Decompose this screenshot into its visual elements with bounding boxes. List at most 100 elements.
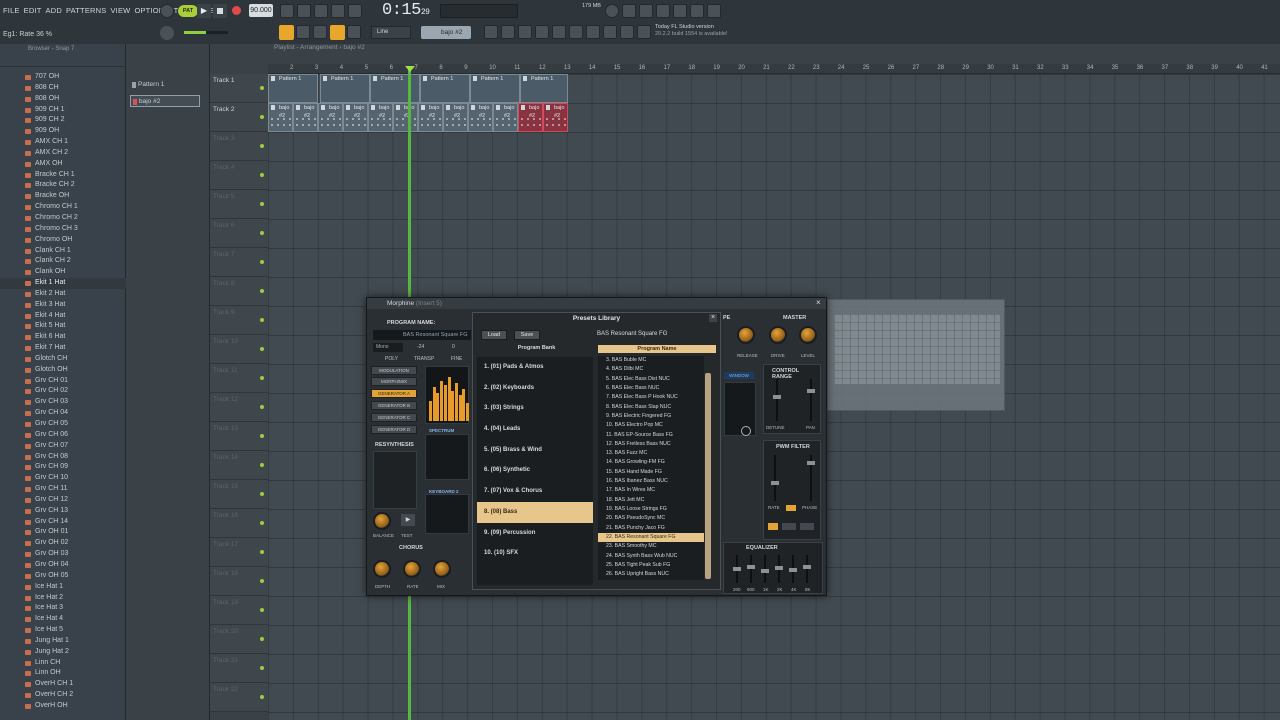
- pattern-clip[interactable]: Pattern 1: [520, 74, 568, 103]
- bajo-clip[interactable]: bajo #2: [493, 103, 518, 132]
- detune-slider[interactable]: [773, 395, 781, 399]
- browser-item[interactable]: Grv CH 10: [0, 473, 126, 484]
- program-bank-item[interactable]: 4. (04) Leads: [477, 419, 593, 440]
- pwm-mode-c[interactable]: [800, 523, 814, 530]
- program-bank-item[interactable]: 2. (02) Keyboards: [477, 378, 593, 399]
- browser-item[interactable]: AMX OH: [0, 159, 126, 170]
- browser-item[interactable]: Grv CH 02: [0, 386, 126, 397]
- track-led-icon[interactable]: [260, 289, 264, 293]
- browser-item[interactable]: AMX CH 2: [0, 148, 126, 159]
- menu-add[interactable]: ADD: [46, 6, 62, 15]
- bajo-clip[interactable]: bajo #2: [443, 103, 468, 132]
- generator-a-button[interactable]: GENERATOR A: [371, 389, 417, 398]
- pattern-select[interactable]: bajo #2: [421, 26, 471, 39]
- browser-item[interactable]: Grv CH 13: [0, 506, 126, 517]
- detune-slider-track[interactable]: [776, 379, 778, 421]
- bajo-clip-selected[interactable]: bajo #2: [518, 103, 543, 132]
- program-item[interactable]: 9. BAS Electric Fingered FG: [598, 412, 704, 421]
- menu-view[interactable]: VIEW: [110, 6, 130, 15]
- browser-item[interactable]: 909 CH 2: [0, 115, 126, 126]
- track-led-icon[interactable]: [260, 115, 264, 119]
- window-tab[interactable]: WINDOW: [724, 372, 754, 379]
- browser-item[interactable]: Grv OH 02: [0, 538, 126, 549]
- mixer-icon[interactable]: [639, 4, 653, 18]
- program-bank-item[interactable]: 10. (10) SFX: [477, 543, 593, 564]
- browser-item[interactable]: Ekit 1 Hat: [0, 278, 126, 289]
- blend-notes-icon[interactable]: [331, 4, 345, 18]
- timeline-ruler[interactable]: 2 3 4 5 6 7 8 9 10 11 12 13 14 15 16 17 18 19 20 21 22 23 24 25…: [268, 64, 1280, 74]
- bajo-clip[interactable]: bajo #2: [418, 103, 443, 132]
- program-item[interactable]: 17. BAS In Wires MC: [598, 486, 704, 495]
- browser-item[interactable]: Ice Hat 1: [0, 582, 126, 593]
- eq-band-1-handle[interactable]: [733, 567, 741, 571]
- browser-item[interactable]: Chromo CH 3: [0, 224, 126, 235]
- bajo-clip[interactable]: bajo #2: [293, 103, 318, 132]
- pattern-item-bajo[interactable]: bajo #2: [130, 95, 200, 107]
- tempo-display[interactable]: 90.000: [249, 4, 273, 17]
- browser-item[interactable]: 909 OH: [0, 126, 126, 137]
- pwm-rate-slider[interactable]: [771, 481, 779, 485]
- pwm-phase-slider[interactable]: [807, 461, 815, 465]
- browser-item[interactable]: Chromo CH 1: [0, 202, 126, 213]
- chorus-mix-knob[interactable]: [433, 560, 451, 578]
- nudge-icon[interactable]: [501, 25, 515, 39]
- browser-item[interactable]: Grv CH 11: [0, 484, 126, 495]
- bajo-clip[interactable]: bajo #2: [318, 103, 343, 132]
- record-button[interactable]: [230, 4, 243, 17]
- program-bank-item[interactable]: 1. (01) Pads & Atmos: [477, 357, 593, 378]
- browser-item[interactable]: Grv CH 07: [0, 441, 126, 452]
- save-button[interactable]: Save: [514, 330, 540, 340]
- browser-item[interactable]: Jung Hat 2: [0, 647, 126, 658]
- browser-item[interactable]: Grv CH 03: [0, 397, 126, 408]
- balance-knob[interactable]: [373, 512, 391, 530]
- track-led-icon[interactable]: [260, 202, 264, 206]
- resynthesis-panel[interactable]: [373, 451, 417, 509]
- release-knob[interactable]: [737, 326, 755, 344]
- track-led-icon[interactable]: [260, 318, 264, 322]
- generator-d-button[interactable]: GENERATOR D: [371, 425, 417, 434]
- window-display[interactable]: [724, 382, 756, 436]
- browser-item[interactable]: Ekit 5 Hat: [0, 321, 126, 332]
- loop-record-icon[interactable]: [348, 4, 362, 18]
- browser-item[interactable]: 808 CH: [0, 83, 126, 94]
- stop-button[interactable]: [213, 4, 227, 18]
- track-header[interactable]: Track 4: [210, 161, 268, 190]
- pwm-rate-track[interactable]: [774, 455, 776, 501]
- browser-item[interactable]: Bracke CH 2: [0, 180, 126, 191]
- browser-item[interactable]: Linn OH: [0, 668, 126, 679]
- plugin-icon[interactable]: [603, 25, 617, 39]
- browser-item[interactable]: Grv CH 04: [0, 408, 126, 419]
- track-header[interactable]: Track 7: [210, 248, 268, 277]
- program-item[interactable]: 6. BAS Elec Bass NUC: [598, 384, 704, 393]
- browser-item[interactable]: Ice Hat 4: [0, 614, 126, 625]
- clock-icon[interactable]: [741, 426, 751, 436]
- pattern-clip[interactable]: Pattern 1: [420, 74, 470, 103]
- program-bank-item[interactable]: 8. (08) Bass: [477, 501, 593, 523]
- track-led-icon[interactable]: [260, 173, 264, 177]
- master-pitch-slider[interactable]: [184, 31, 228, 34]
- browser-item[interactable]: Clank OH: [0, 267, 126, 278]
- presets-library-dialog[interactable]: Presets Library × Load Save BAS Resonant…: [472, 312, 721, 590]
- track-led-icon[interactable]: [260, 492, 264, 496]
- program-item[interactable]: 26. BAS Upright Bass NUC: [598, 570, 704, 579]
- pattern-item-1[interactable]: Pattern 1: [130, 79, 200, 91]
- program-item[interactable]: 5. BAS Elec Bass Dist NUC: [598, 375, 704, 384]
- program-bank-item[interactable]: 3. (03) Strings: [477, 398, 593, 419]
- track-led-icon[interactable]: [260, 550, 264, 554]
- browser-item[interactable]: Grv OH 01: [0, 527, 126, 538]
- snap-select[interactable]: Line: [371, 26, 411, 39]
- channel-rack-icon[interactable]: [656, 4, 670, 18]
- track-led-icon[interactable]: [260, 260, 264, 264]
- program-item[interactable]: 16. BAS Ibanez Bass NUC: [598, 477, 704, 486]
- program-item[interactable]: 15. BAS Hand Made FG: [598, 468, 704, 477]
- pattern-clip[interactable]: Pattern 1: [470, 74, 520, 103]
- browser-item[interactable]: 808 OH: [0, 94, 126, 105]
- snap-magnet-icon[interactable]: [279, 25, 294, 40]
- pattern-song-toggle[interactable]: PAT: [178, 5, 198, 17]
- browser-item[interactable]: Grv CH 05: [0, 419, 126, 430]
- playhead-marker[interactable]: [405, 66, 415, 72]
- news-icon[interactable]: [637, 25, 651, 39]
- close-window-icon[interactable]: [622, 4, 636, 18]
- background-plugin-window[interactable]: [827, 299, 1005, 411]
- track-header[interactable]: Track 20: [210, 625, 268, 654]
